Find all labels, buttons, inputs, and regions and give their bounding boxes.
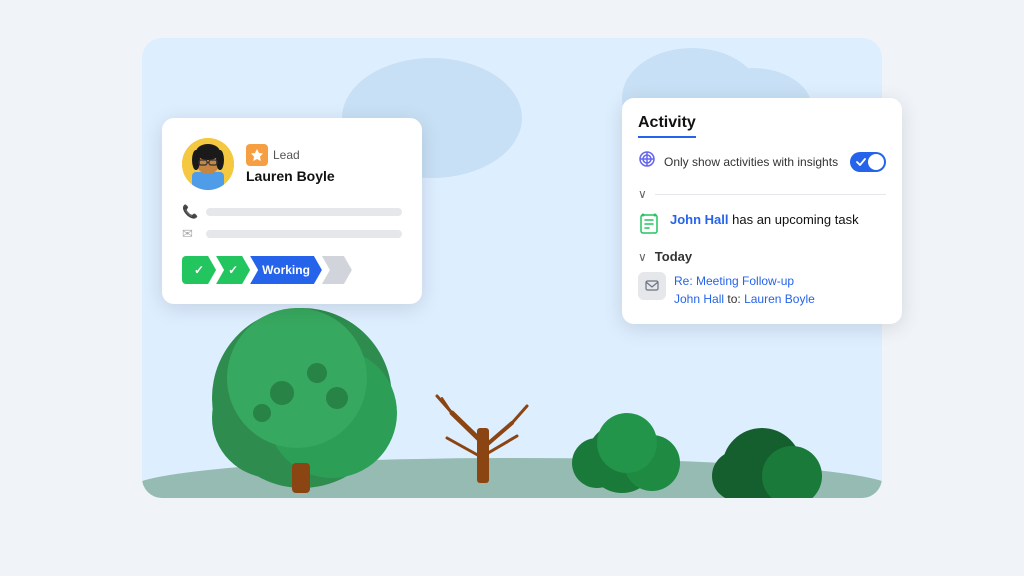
insights-toggle[interactable] [850, 152, 886, 172]
lead-type-icon [246, 144, 268, 166]
progress-steps: ✓ ✓ Working [182, 256, 402, 284]
activity-panel: Activity Only show activities with insig… [622, 98, 902, 324]
step-3[interactable]: Working [250, 256, 322, 284]
divider-line [655, 194, 886, 195]
email-subject: Re: Meeting Follow-up [674, 272, 815, 290]
lead-type-label: Lead [273, 148, 300, 162]
task-icon [638, 213, 662, 237]
email-field-row: ✉ [182, 226, 402, 242]
step-4 [322, 256, 352, 284]
activity-filter: Only show activities with insights [638, 150, 886, 173]
lead-card-header: Lead Lauren Boyle [182, 138, 402, 190]
today-chevron-icon: ∨ [638, 250, 647, 264]
lead-fields: 📞 ✉ [182, 204, 402, 242]
email-type-icon [638, 272, 666, 300]
today-header: ∨ Today [638, 249, 886, 264]
insights-icon [638, 150, 656, 173]
task-activity-text: John Hall has an upcoming task [670, 211, 859, 229]
email-to-name: Lauren Boyle [744, 292, 815, 306]
task-activity-item: John Hall has an upcoming task [638, 211, 886, 237]
step-2: ✓ [216, 256, 250, 284]
phone-field-row: 📞 [182, 204, 402, 220]
email-from-name: John Hall [674, 292, 724, 306]
phone-field-bar [206, 208, 402, 216]
task-person-name: John Hall [670, 212, 729, 227]
today-label: Today [655, 249, 692, 264]
chevron-icon: ∨ [638, 187, 647, 201]
email-to-label: to: [727, 292, 744, 306]
section-divider-1: ∨ [638, 187, 886, 201]
avatar [182, 138, 234, 190]
lead-name: Lauren Boyle [246, 168, 402, 184]
lead-card: Lead Lauren Boyle 📞 ✉ ✓ ✓ Working [162, 118, 422, 304]
step-1: ✓ [182, 256, 216, 284]
email-activity-item: Re: Meeting Follow-up John Hall to: Laur… [638, 272, 886, 308]
lead-badge: Lead [246, 144, 402, 166]
main-scene: Lead Lauren Boyle 📞 ✉ ✓ ✓ Working Activi… [102, 38, 922, 538]
lead-info: Lead Lauren Boyle [246, 144, 402, 184]
toggle-knob [868, 154, 884, 170]
activity-title: Activity [638, 114, 696, 138]
phone-icon: 📞 [182, 204, 198, 220]
email-from-to: John Hall to: Lauren Boyle [674, 290, 815, 308]
email-field-bar [206, 230, 402, 238]
email-content: Re: Meeting Follow-up John Hall to: Laur… [674, 272, 815, 308]
email-icon: ✉ [182, 226, 198, 242]
filter-label: Only show activities with insights [664, 155, 842, 169]
task-description: has an upcoming task [729, 212, 859, 227]
today-section: ∨ Today Re: Meeting Follow-up John Hall … [638, 249, 886, 308]
